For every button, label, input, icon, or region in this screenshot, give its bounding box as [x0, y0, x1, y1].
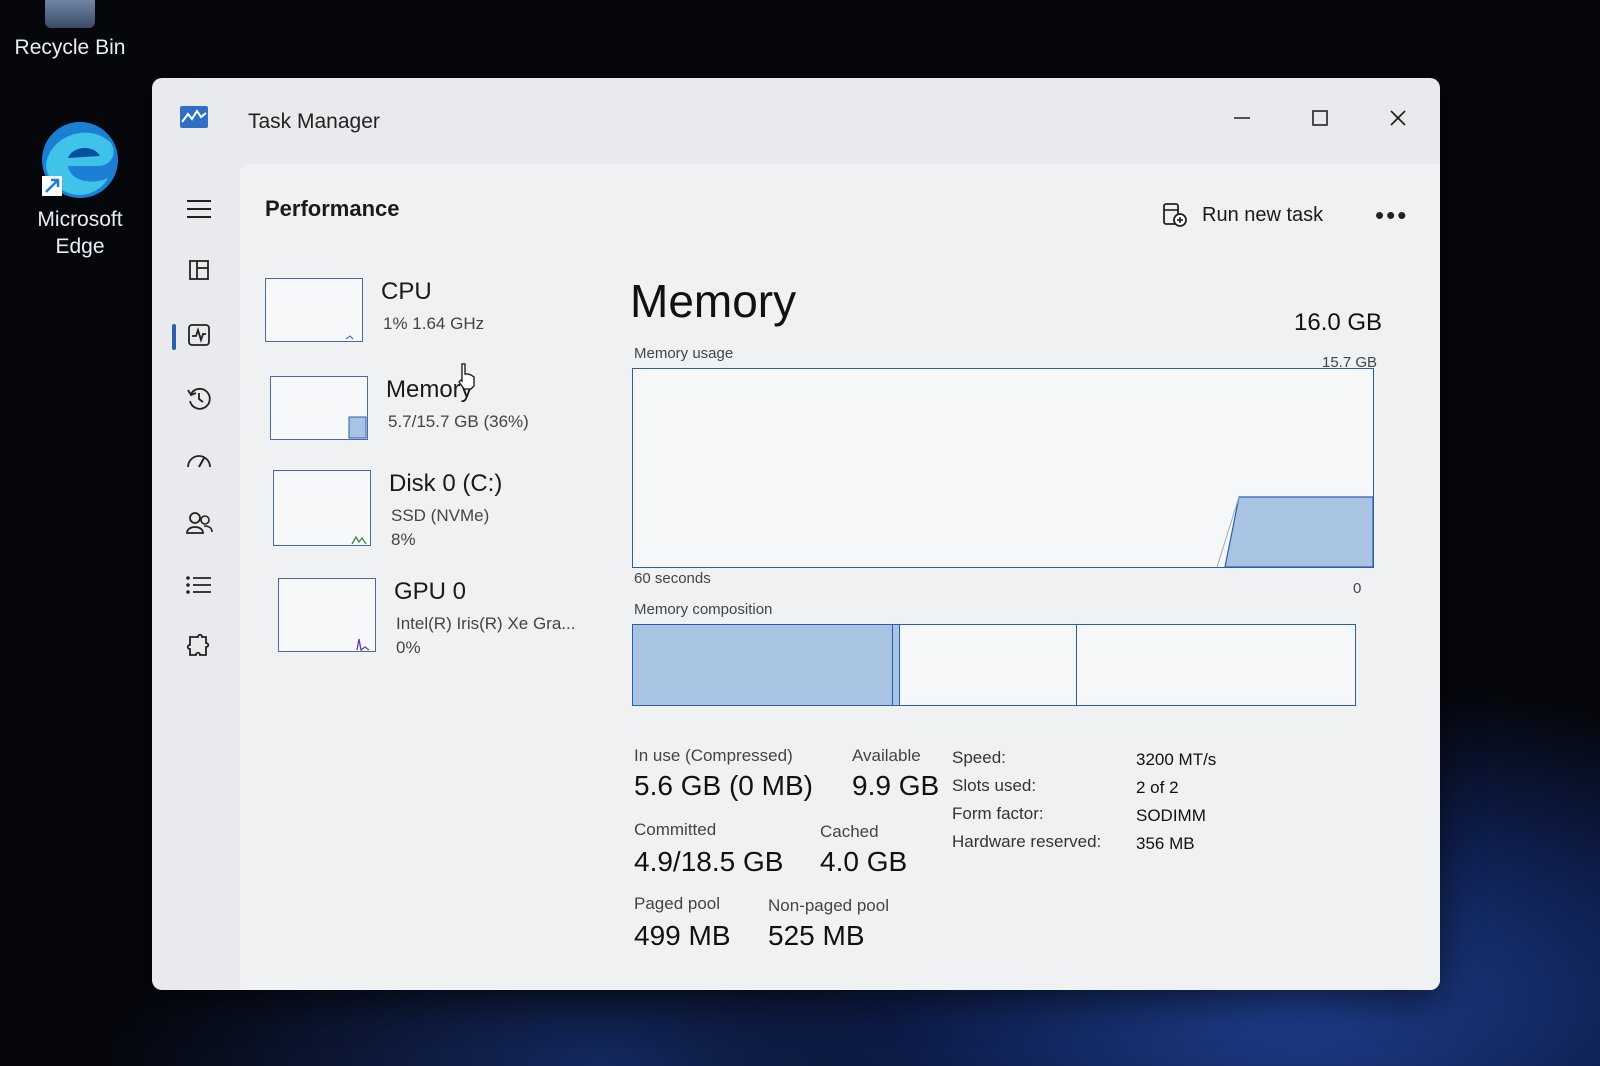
resource-memory[interactable]: Memory 5.7/15.7 GB (36%): [270, 376, 600, 462]
recycle-bin-icon: [45, 0, 95, 28]
available-value: 9.9 GB: [852, 770, 940, 801]
hamburger-menu-button[interactable]: [178, 188, 220, 230]
resource-disk[interactable]: Disk 0 (C:) SSD (NVMe) 8%: [273, 470, 603, 556]
hamburger-icon: [187, 200, 211, 218]
memory-thumbnail-graph: [270, 376, 368, 440]
title-bar[interactable]: Task Manager: [152, 78, 1440, 164]
composition-modified: [892, 625, 901, 705]
details-list-icon: [186, 576, 211, 594]
resource-cpu[interactable]: CPU 1% 1.64 GHz: [265, 278, 595, 364]
hardware-reserved-value: 356 MB: [1136, 834, 1195, 853]
users-icon: [186, 512, 213, 534]
services-puzzle-icon: [186, 633, 210, 656]
maximize-button[interactable]: [1294, 96, 1346, 140]
run-task-icon: [1163, 203, 1187, 227]
time-span-label: 60 seconds: [634, 570, 711, 587]
speed-label: Speed:: [952, 748, 1006, 767]
paged-pool-label: Paged pool: [634, 894, 721, 913]
form-factor-label: Form factor:: [952, 804, 1044, 823]
resource-detail: 5.7/15.7 GB (36%): [388, 412, 529, 431]
history-icon: [187, 387, 211, 410]
resource-detail: 1% 1.64 GHz: [383, 314, 485, 333]
gpu-thumbnail-graph: [278, 578, 376, 652]
navigation-rail: [152, 164, 240, 990]
memory-total: 16.0 GB: [1294, 309, 1383, 336]
memory-usage-plot: [1216, 496, 1374, 568]
memory-composition-label: Memory composition: [634, 601, 773, 618]
composition-in-use: [633, 625, 893, 705]
cached-value: 4.0 GB: [820, 846, 908, 877]
recycle-bin-shortcut[interactable]: Recycle Bin: [0, 0, 145, 61]
in-use-label: In use (Compressed): [634, 746, 793, 765]
edge-icon: [38, 118, 122, 202]
nav-details[interactable]: [178, 564, 220, 606]
memory-usage-label: Memory usage: [634, 345, 734, 362]
more-options-button[interactable]: •••: [1375, 200, 1408, 231]
memory-composition-bar: [632, 624, 1356, 706]
slots-label: Slots used:: [952, 776, 1037, 795]
nonpaged-pool-value: 525 MB: [768, 920, 865, 951]
resource-detail: SSD (NVMe): [391, 506, 490, 525]
active-indicator: [172, 324, 176, 350]
memory-heading: Memory: [630, 275, 797, 327]
hand-cursor-icon: [455, 362, 477, 390]
cached-label: Cached: [820, 822, 879, 841]
minimize-button[interactable]: [1216, 96, 1268, 140]
resource-name: GPU 0: [394, 578, 467, 605]
nav-performance[interactable]: [178, 314, 220, 356]
committed-value: 4.9/18.5 GB: [634, 846, 784, 877]
edge-label-line1: Microsoft: [37, 208, 123, 231]
resource-percent: 8%: [391, 530, 416, 549]
nonpaged-pool-label: Non-paged pool: [768, 896, 889, 915]
recycle-bin-label: Recycle Bin: [14, 36, 126, 59]
task-manager-window: Task Manager Performance Run new task ••…: [152, 78, 1440, 990]
edge-label-line2: Edge: [55, 235, 105, 258]
speed-value: 3200 MT/s: [1136, 750, 1217, 769]
nav-services[interactable]: [178, 626, 220, 668]
processes-icon: [189, 260, 209, 280]
available-label: Available: [852, 746, 921, 765]
page-title: Performance: [265, 196, 400, 221]
memory-usage-graph: [632, 368, 1374, 568]
resource-name: CPU: [381, 278, 432, 305]
close-button[interactable]: [1372, 96, 1424, 140]
paged-pool-value: 499 MB: [634, 920, 731, 951]
window-title: Task Manager: [248, 110, 380, 133]
committed-label: Committed: [634, 820, 717, 839]
cpu-thumbnail-graph: [265, 278, 363, 342]
edge-shortcut[interactable]: Microsoft Edge: [5, 118, 155, 260]
nav-processes[interactable]: [178, 249, 220, 291]
form-factor-value: SODIMM: [1136, 806, 1206, 825]
resource-detail: Intel(R) Iris(R) Xe Gra...: [396, 614, 576, 633]
resource-name: Disk 0 (C:): [389, 470, 503, 497]
main-content: Performance Run new task ••• CPU 1% 1.64…: [240, 164, 1440, 990]
composition-free: [1077, 625, 1355, 705]
task-manager-app-icon: [180, 106, 208, 128]
performance-icon: [188, 324, 210, 346]
composition-standby: [900, 625, 1077, 705]
run-new-task-label: Run new task: [1202, 203, 1324, 226]
nav-users[interactable]: [178, 502, 220, 544]
axis-zero-label: 0: [1353, 580, 1362, 597]
hardware-reserved-label: Hardware reserved:: [952, 832, 1102, 851]
in-use-value: 5.6 GB (0 MB): [634, 770, 813, 801]
run-new-task-button[interactable]: Run new task: [1162, 202, 1323, 228]
resource-gpu[interactable]: GPU 0 Intel(R) Iris(R) Xe Gra... 0%: [278, 578, 608, 664]
nav-startup-apps[interactable]: [178, 440, 220, 482]
disk-thumbnail-graph: [273, 470, 371, 546]
slots-value: 2 of 2: [1136, 778, 1179, 797]
nav-app-history[interactable]: [178, 378, 220, 420]
startup-gauge-icon: [187, 455, 211, 468]
resource-percent: 0%: [396, 638, 421, 657]
